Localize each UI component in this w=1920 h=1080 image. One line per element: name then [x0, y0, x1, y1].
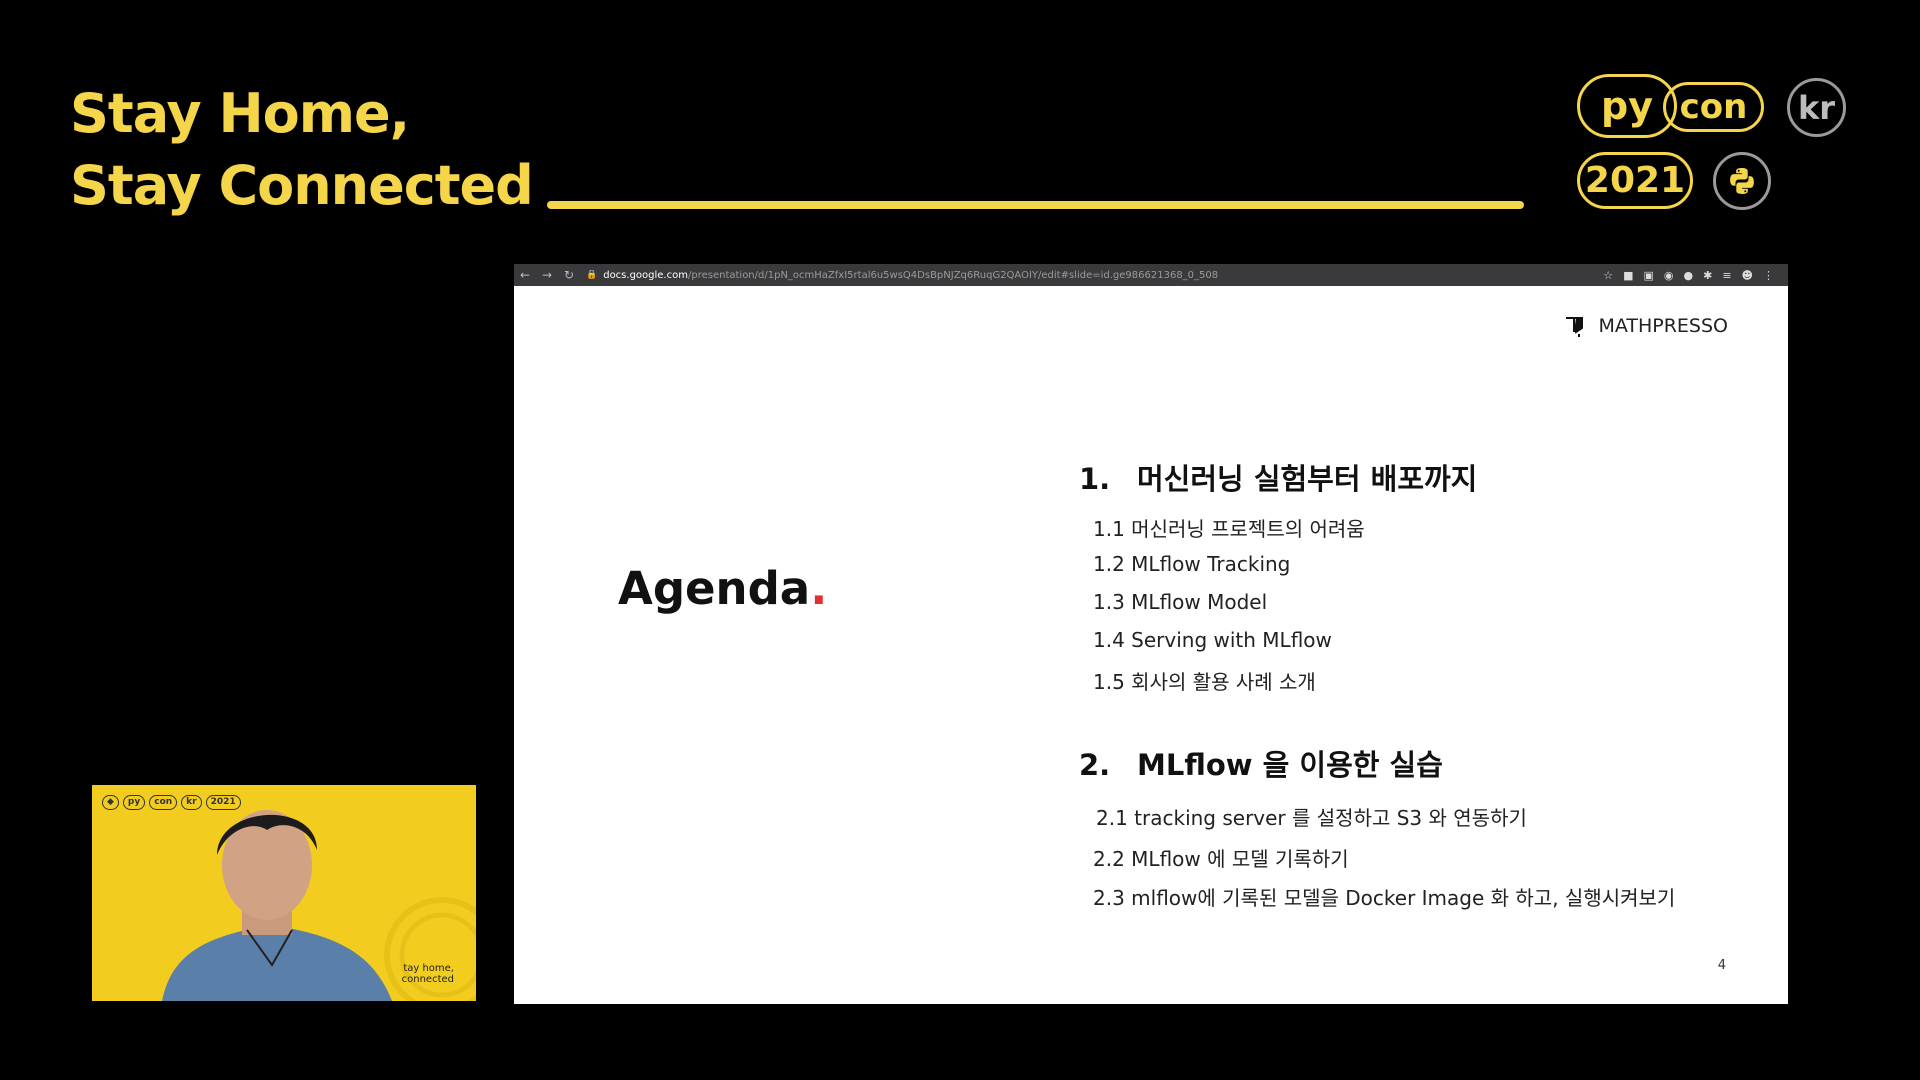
lock-icon: 🔒	[586, 270, 598, 280]
agenda-section-2: 2. MLflow 을 이용한 실습	[1079, 742, 1443, 784]
extension-icon[interactable]: ●	[1683, 269, 1693, 282]
star-icon[interactable]: ☆	[1603, 269, 1613, 282]
extension-icon[interactable]: ■	[1623, 269, 1633, 282]
webcam-caption: tay home, connected	[402, 963, 454, 985]
browser-toolbar: ← → ↻ 🔒 docs.google.com/presentation/d/1…	[514, 264, 1788, 286]
reload-icon[interactable]: ↻	[558, 268, 580, 282]
extension-icon[interactable]: ▣	[1643, 269, 1653, 282]
extensions-icon[interactable]: ✱	[1703, 269, 1712, 282]
pycon-kr-badge: kr	[1787, 78, 1846, 137]
agenda-dot: .	[810, 562, 828, 615]
agenda-item: 1.4 Serving with MLflow	[1093, 628, 1332, 652]
pycon-py-badge: py	[1577, 74, 1677, 138]
slide-page-number: 4	[1717, 958, 1726, 973]
company-logo: MATHPRESSO	[1564, 314, 1728, 338]
extension-icon[interactable]: ◉	[1664, 269, 1674, 282]
agenda-section-1: 1. 머신러닝 실험부터 배포까지	[1079, 456, 1477, 498]
agenda-item: 1.5 회사의 활용 사례 소개	[1093, 670, 1316, 694]
browser-extension-icons: ☆ ■ ▣ ◉ ● ✱ ≡ ☻ ⋮	[1603, 269, 1788, 282]
caption-line-1: tay home,	[403, 963, 454, 974]
python-logo-icon	[1713, 152, 1771, 210]
section-number: 1.	[1079, 462, 1111, 496]
presentation-slide: MATHPRESSO Agenda. 1. 머신러닝 실험부터 배포까지 1.1 …	[514, 286, 1788, 1004]
profile-icon[interactable]: ☻	[1742, 269, 1753, 282]
section-title: MLflow 을 이용한 실습	[1137, 748, 1443, 782]
agenda-item: 2.3 mlflow에 기록된 모델을 Docker Image 화 하고, 실…	[1093, 886, 1676, 910]
pycon-year-badge: 2021	[1577, 152, 1693, 209]
mathpresso-logo-icon	[1566, 317, 1584, 337]
url-path: /presentation/d/1pN_ocmHaZfxI5rtal6u5wsQ…	[687, 269, 1219, 281]
agenda-title-text: Agenda	[618, 562, 811, 615]
forward-arrow-icon[interactable]: →	[536, 268, 558, 282]
speaker-webcam: ◆ py con kr 2021 tay home, connected	[92, 785, 476, 1001]
more-icon[interactable]: ⋮	[1763, 269, 1774, 282]
address-bar[interactable]: 🔒 docs.google.com/presentation/d/1pN_ocm…	[586, 270, 1603, 281]
shared-browser-window: ← → ↻ 🔒 docs.google.com/presentation/d/1…	[514, 264, 1788, 1004]
agenda-item: 1.2 MLflow Tracking	[1093, 552, 1291, 576]
headline-underline	[547, 201, 1524, 209]
caption-line-2: connected	[401, 974, 454, 985]
headline-line-1: Stay Home,	[70, 82, 410, 145]
agenda-item: 1.3 MLflow Model	[1093, 590, 1268, 614]
agenda-item: 2.1 tracking server 를 설정하고 S3 와 연동하기	[1096, 806, 1527, 830]
section-number: 2.	[1079, 748, 1111, 782]
conference-headline: Stay Home, Stay Connected	[70, 78, 534, 222]
back-arrow-icon[interactable]: ←	[514, 268, 536, 282]
agenda-item: 1.1 머신러닝 프로젝트의 어려움	[1093, 517, 1365, 541]
playlist-icon[interactable]: ≡	[1722, 269, 1731, 282]
pycon-con-badge: con	[1663, 82, 1764, 132]
logo-text: MATHPRESSO	[1598, 315, 1728, 337]
agenda-item: 2.2 MLflow 에 모델 기록하기	[1093, 847, 1349, 871]
section-title: 머신러닝 실험부터 배포까지	[1137, 462, 1478, 496]
headline-line-2: Stay Connected	[70, 154, 534, 217]
agenda-title: Agenda.	[618, 562, 827, 615]
url-host: docs.google.com	[603, 269, 688, 281]
